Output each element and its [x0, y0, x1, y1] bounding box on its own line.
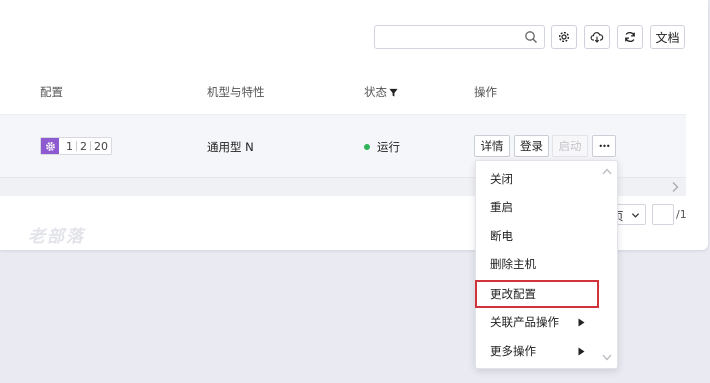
- config-memory: 2: [80, 139, 87, 153]
- config-gear-icon: [41, 138, 59, 154]
- menu-item-more-actions-label: 更多操作: [490, 344, 536, 358]
- details-button[interactable]: 详情: [474, 135, 510, 157]
- chevron-up-icon[interactable]: [602, 168, 612, 175]
- menu-item-related-products[interactable]: 关联产品操作: [477, 310, 597, 334]
- page-total: /1: [676, 208, 687, 221]
- caret-right-icon: [578, 347, 585, 356]
- search-icon[interactable]: [524, 30, 538, 44]
- login-button[interactable]: 登录: [514, 135, 549, 157]
- status-label: 运行: [377, 140, 400, 154]
- refresh-icon: [625, 32, 635, 42]
- download-button[interactable]: [584, 25, 610, 49]
- column-header-model: 机型与特性: [207, 85, 265, 99]
- menu-item-shutdown[interactable]: 关闭: [477, 167, 597, 191]
- column-header-config: 配置: [40, 85, 63, 99]
- menu-item-related-products-label: 关联产品操作: [490, 315, 559, 329]
- cloud-download-icon: [590, 32, 604, 43]
- refresh-button[interactable]: [617, 25, 643, 49]
- status-dot-icon: [364, 144, 370, 150]
- menu-item-delete-host[interactable]: 删除主机: [477, 252, 597, 276]
- more-actions-dropdown: 关闭 重启 断电 删除主机 更改配置 关联产品操作 更多操作: [475, 160, 618, 369]
- column-header-status-label: 状态: [364, 85, 387, 99]
- column-header-actions: 操作: [474, 85, 497, 99]
- menu-item-change-config[interactable]: 更改配置: [475, 280, 599, 308]
- config-disk: 20: [94, 139, 108, 153]
- more-actions-button[interactable]: •••: [592, 135, 616, 157]
- caret-right-icon: [578, 318, 585, 327]
- config-badge: 1 2 20: [40, 137, 112, 155]
- settings-button[interactable]: [551, 25, 577, 49]
- config-cpu: 1: [66, 139, 73, 153]
- search-input[interactable]: [374, 25, 545, 49]
- menu-item-more-actions[interactable]: 更多操作: [477, 339, 597, 363]
- model-cell: 通用型 N: [207, 140, 254, 154]
- menu-item-restart[interactable]: 重启: [477, 195, 597, 219]
- docs-button[interactable]: 文档: [650, 25, 685, 49]
- watermark-logo: 老部落: [28, 227, 85, 247]
- status-cell: 运行: [364, 139, 400, 155]
- start-button[interactable]: 启动: [552, 135, 588, 157]
- gear-icon: [558, 31, 570, 43]
- filter-icon[interactable]: [389, 88, 398, 97]
- chevron-right-icon[interactable]: [670, 181, 680, 193]
- menu-item-power-off[interactable]: 断电: [477, 224, 597, 248]
- page-number-input[interactable]: [652, 204, 674, 225]
- column-header-status[interactable]: 状态: [364, 84, 398, 100]
- chevron-down-icon[interactable]: [602, 354, 612, 361]
- chevron-down-icon: [631, 213, 640, 218]
